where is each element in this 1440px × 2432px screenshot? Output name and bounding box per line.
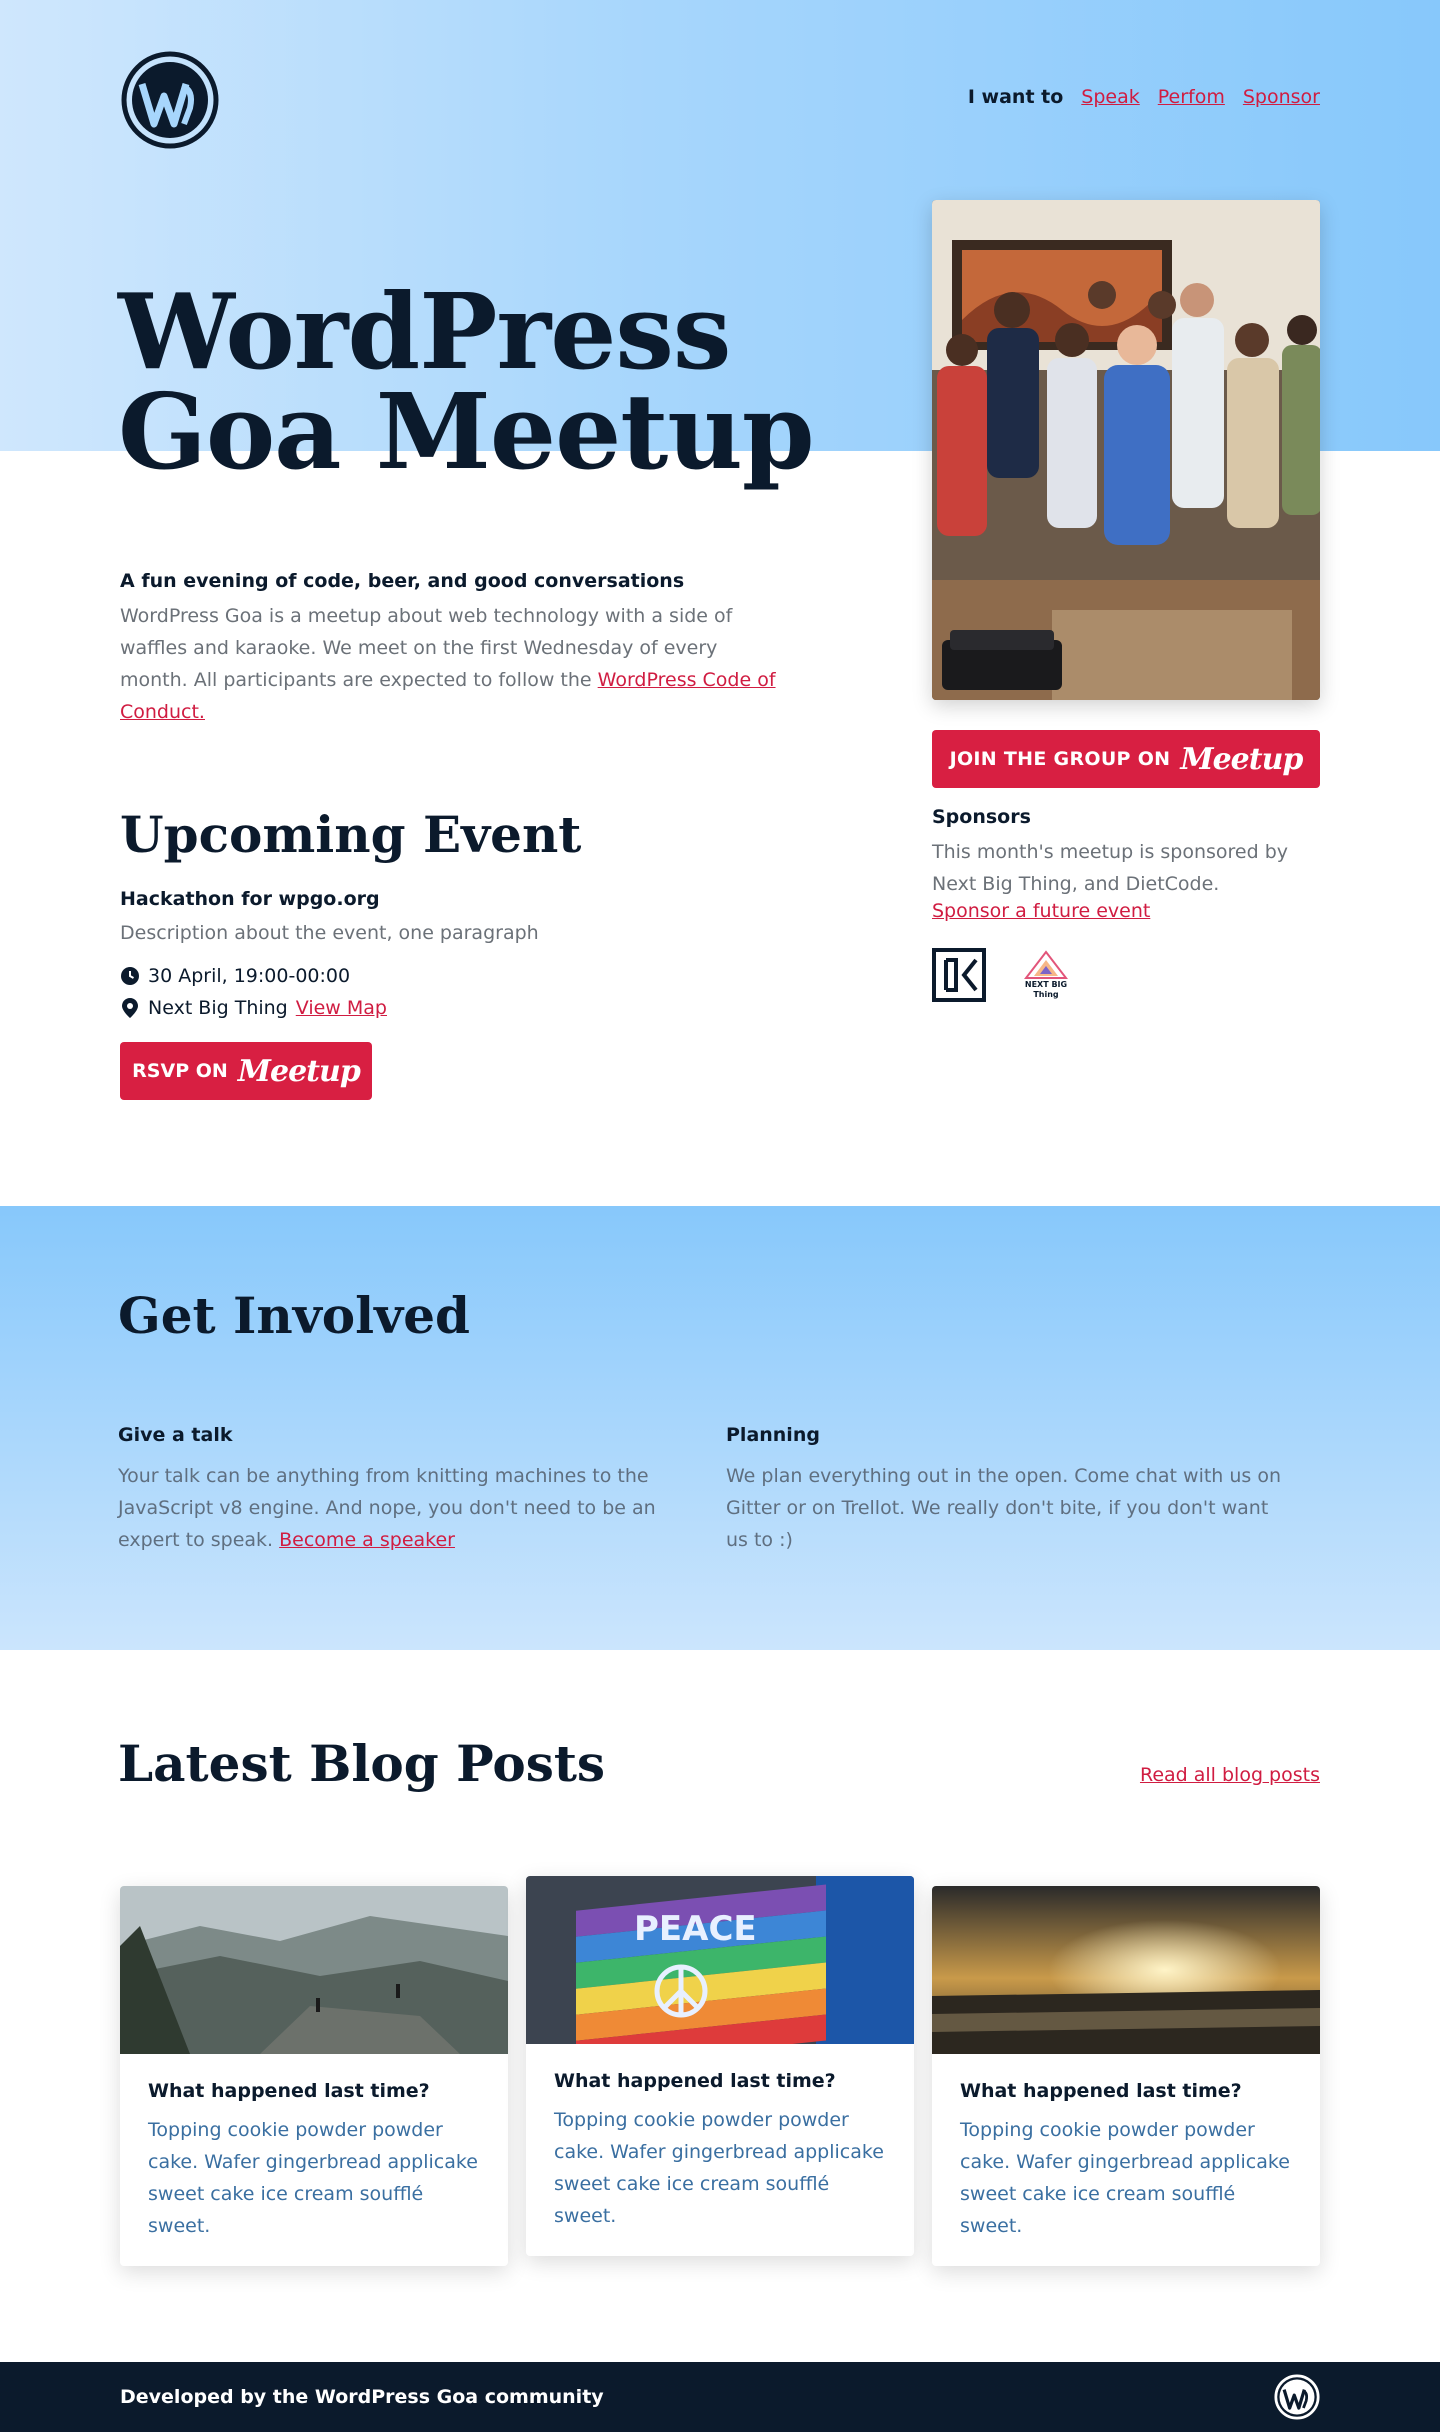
post-excerpt: Topping cookie powder powder cake. Wafer… (960, 2119, 1290, 2237)
post-image-sunset (932, 1886, 1320, 2054)
sponsors-heading: Sponsors (932, 806, 1031, 828)
triangle-icon (1024, 950, 1068, 979)
event-venue-text: Next Big Thing (148, 997, 288, 1019)
post-body: What happened last time? Topping cookie … (120, 2054, 508, 2266)
wordpress-logo-icon[interactable] (120, 50, 220, 150)
page-title: WordPress Goa Meetup (118, 280, 818, 484)
planning-title: Planning (726, 1424, 820, 1446)
join-label: JOIN THE GROUP ON (949, 748, 1171, 770)
blog-heading: Latest Blog Posts (118, 1734, 606, 1793)
blog-post-card[interactable]: What happened last time? Topping cookie … (932, 1886, 1320, 2266)
title-line-2: Goa Meetup (118, 370, 815, 493)
event-title: Hackathon for wpgo.org (120, 888, 380, 910)
meetup-logo: Meetup (237, 1053, 361, 1089)
post-excerpt: Topping cookie powder powder cake. Wafer… (554, 2109, 884, 2227)
upcoming-event-section: Upcoming Event Hackathon for wpgo.org De… (120, 806, 780, 1100)
become-speaker-link[interactable]: Become a speaker (279, 1529, 455, 1551)
give-a-talk-text: Your talk can be anything from knitting … (118, 1460, 688, 1556)
peace-banner-text: PEACE (634, 1909, 757, 1949)
wordpress-logo-icon[interactable] (1274, 2374, 1320, 2420)
post-title: What happened last time? (554, 2070, 836, 2092)
nav-link-sponsor[interactable]: Sponsor (1243, 86, 1320, 108)
group-photo-image (932, 200, 1320, 700)
join-group-button[interactable]: JOIN THE GROUP ON Meetup (932, 730, 1320, 788)
map-pin-icon (122, 998, 138, 1018)
post-image-peace-flag: PEACE (526, 1876, 914, 2044)
post-body: What happened last time? Topping cookie … (932, 2054, 1320, 2266)
blog-post-card[interactable]: PEACE What happened last time? Topping c… (526, 1876, 914, 2256)
footer: Developed by the WordPress Goa community (0, 2362, 1440, 2432)
event-datetime: 30 April, 19:00-00:00 (120, 960, 780, 992)
nav-link-speak[interactable]: Speak (1081, 86, 1139, 108)
get-involved-section: Get Involved Give a talk Your talk can b… (0, 1206, 1440, 1650)
footer-text: Developed by the WordPress Goa community (120, 2386, 604, 2408)
sponsor-logos: NEXT BIG Thing (932, 948, 1320, 1002)
i-want-to-nav: I want to Speak Perfom Sponsor (968, 86, 1320, 108)
blog-post-card[interactable]: What happened last time? Topping cookie … (120, 1886, 508, 2266)
rsvp-label: RSVP ON (132, 1060, 228, 1082)
next-big-thing-logo-icon[interactable]: NEXT BIG Thing (1016, 950, 1076, 1000)
sponsor-future-event-link[interactable]: Sponsor a future event (932, 900, 1150, 922)
nav-label: I want to (967, 86, 1064, 108)
event-venue: Next Big Thing View Map (120, 992, 780, 1024)
clock-icon (121, 967, 139, 985)
intro-section: A fun evening of code, beer, and good co… (120, 570, 780, 728)
post-title: What happened last time? (960, 2080, 1242, 2102)
nav-link-perform[interactable]: Perfom (1158, 86, 1225, 108)
event-datetime-text: 30 April, 19:00-00:00 (148, 965, 351, 987)
get-involved-heading: Get Involved (118, 1286, 470, 1345)
sponsors-text: This month's meetup is sponsored by Next… (932, 841, 1289, 895)
rsvp-button[interactable]: RSVP ON Meetup (120, 1042, 372, 1100)
give-a-talk-title: Give a talk (118, 1424, 233, 1446)
intro-heading: A fun evening of code, beer, and good co… (120, 570, 685, 592)
planning-text: We plan everything out in the open. Come… (726, 1465, 1282, 1551)
meetup-logo: Meetup (1180, 741, 1303, 777)
give-a-talk-column: Give a talk Your talk can be anything fr… (118, 1424, 688, 1556)
event-heading: Upcoming Event (120, 805, 582, 864)
nbt-logo-text: NEXT BIG Thing (1024, 980, 1068, 999)
post-excerpt: Topping cookie powder powder cake. Wafer… (148, 2119, 478, 2237)
post-image-mountain (120, 1886, 508, 2054)
intro-text: WordPress Goa is a meetup about web tech… (120, 600, 780, 728)
event-description: Description about the event, one paragra… (120, 922, 539, 944)
view-map-link[interactable]: View Map (296, 992, 387, 1024)
group-photo (932, 200, 1320, 700)
dietcode-logo-icon[interactable] (932, 948, 986, 1002)
planning-column: Planning We plan everything out in the o… (726, 1424, 1296, 1556)
post-title: What happened last time? (148, 2080, 430, 2102)
read-all-posts-link[interactable]: Read all blog posts (1140, 1764, 1320, 1786)
post-body: What happened last time? Topping cookie … (526, 2044, 914, 2256)
sponsors-section: Sponsors This month's meetup is sponsore… (932, 806, 1320, 1002)
